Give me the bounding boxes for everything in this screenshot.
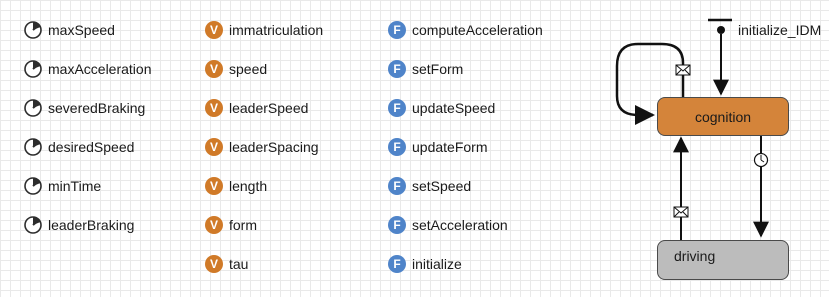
- parameter-item[interactable]: severedBraking: [24, 98, 145, 118]
- variable-icon: V: [205, 255, 223, 273]
- variable-icon: V: [205, 21, 223, 39]
- function-name: updateSpeed: [412, 100, 496, 116]
- parameter-name: leaderBraking: [48, 217, 135, 233]
- parameter-icon: [24, 138, 42, 156]
- variable-item[interactable]: V form: [205, 215, 257, 235]
- variable-item[interactable]: V leaderSpacing: [205, 137, 319, 157]
- variable-icon: V: [205, 138, 223, 156]
- parameter-item[interactable]: minTime: [24, 176, 101, 196]
- function-item[interactable]: F setAcceleration: [388, 215, 508, 235]
- function-icon: F: [388, 177, 406, 195]
- parameter-item[interactable]: desiredSpeed: [24, 137, 134, 157]
- parameter-name: desiredSpeed: [48, 139, 135, 155]
- parameter-icon: [24, 60, 42, 78]
- function-item[interactable]: F setForm: [388, 59, 463, 79]
- variable-item[interactable]: V length: [205, 176, 267, 196]
- variable-name: form: [229, 217, 257, 233]
- message-icon: [675, 64, 691, 76]
- variable-item[interactable]: V leaderSpeed: [205, 98, 308, 118]
- variable-name: length: [229, 178, 268, 194]
- variable-name: leaderSpacing: [229, 139, 319, 155]
- function-item[interactable]: F updateSpeed: [388, 98, 495, 118]
- parameter-name: severedBraking: [48, 100, 146, 116]
- variable-item[interactable]: V speed: [205, 59, 267, 79]
- variable-item[interactable]: V tau: [205, 254, 248, 274]
- variable-icon: V: [205, 60, 223, 78]
- variable-icon: V: [205, 177, 223, 195]
- function-icon: F: [388, 60, 406, 78]
- parameter-icon: [24, 216, 42, 234]
- function-name: setSpeed: [412, 178, 472, 194]
- parameter-item[interactable]: maxAcceleration: [24, 59, 152, 79]
- parameter-item[interactable]: leaderBraking: [24, 215, 134, 235]
- function-name: initialize: [412, 256, 462, 272]
- initial-state-marker[interactable]: [708, 18, 732, 96]
- function-icon: F: [388, 99, 406, 117]
- parameter-name: minTime: [48, 178, 102, 194]
- parameter-icon: [24, 177, 42, 195]
- function-name: setAcceleration: [412, 217, 508, 233]
- parameter-name: maxAcceleration: [48, 61, 152, 77]
- timer-icon: [753, 152, 769, 168]
- function-name: setForm: [412, 61, 464, 77]
- variable-item[interactable]: V immatriculation: [205, 20, 323, 40]
- state-label: driving: [674, 248, 716, 264]
- state-cognition[interactable]: cognition: [657, 97, 789, 136]
- state-label: cognition: [694, 108, 752, 125]
- parameter-item[interactable]: maxSpeed: [24, 20, 115, 40]
- parameter-icon: [24, 21, 42, 39]
- variable-name: speed: [229, 61, 268, 77]
- message-icon: [673, 206, 689, 218]
- function-icon: F: [388, 21, 406, 39]
- function-item[interactable]: F setSpeed: [388, 176, 471, 196]
- variable-name: leaderSpeed: [229, 100, 309, 116]
- initial-transition-label: initialize_IDM: [738, 22, 822, 38]
- function-item[interactable]: F updateForm: [388, 137, 487, 157]
- variable-name: immatriculation: [229, 22, 324, 38]
- variable-name: tau: [229, 256, 249, 272]
- state-driving[interactable]: driving: [657, 240, 789, 280]
- variable-icon: V: [205, 216, 223, 234]
- function-name: computeAcceleration: [412, 22, 543, 38]
- function-item[interactable]: F computeAcceleration: [388, 20, 543, 40]
- function-icon: F: [388, 138, 406, 156]
- function-name: updateForm: [412, 139, 488, 155]
- parameter-name: maxSpeed: [48, 22, 115, 38]
- variable-icon: V: [205, 99, 223, 117]
- function-item[interactable]: F initialize: [388, 254, 462, 274]
- parameter-icon: [24, 99, 42, 117]
- function-icon: F: [388, 216, 406, 234]
- function-icon: F: [388, 255, 406, 273]
